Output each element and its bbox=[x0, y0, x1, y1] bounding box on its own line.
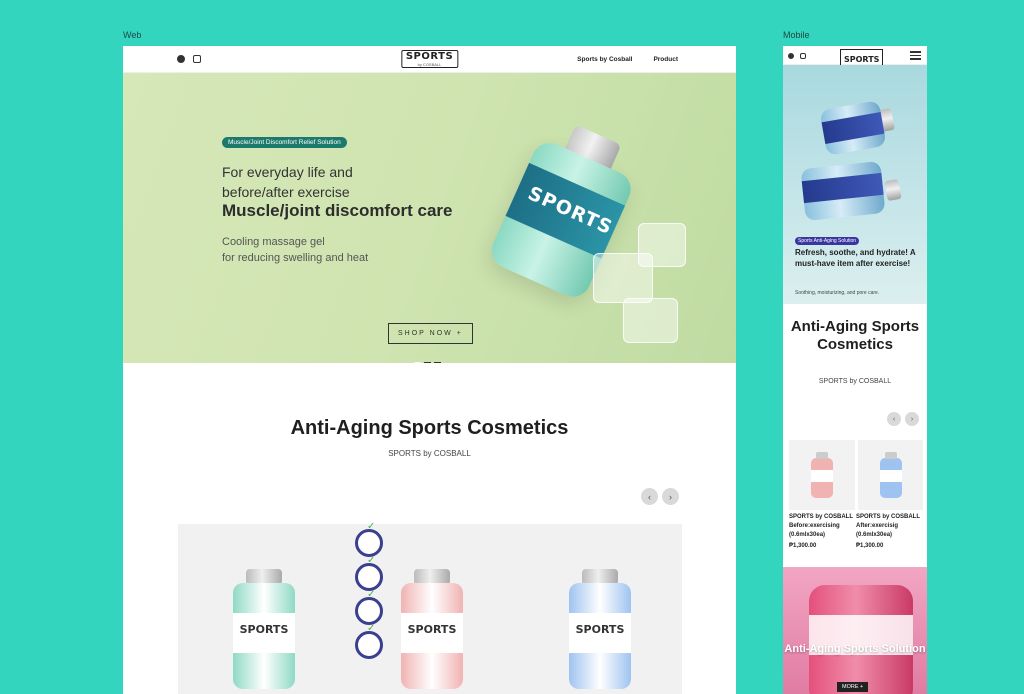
mobile-product-grid bbox=[789, 440, 923, 510]
facebook-icon[interactable] bbox=[788, 53, 794, 59]
promo-title: Anti-Aging Sports Solution bbox=[784, 643, 926, 655]
hero-badge: Muscle/Joint Discomfort Relief Solution bbox=[222, 137, 347, 148]
hero-headline: Muscle/joint discomfort care bbox=[222, 201, 453, 220]
product-subtitle: Before | exercising bbox=[411, 641, 453, 647]
web-navbar: SPORTS by COSBALL Sports by Cosball Prod… bbox=[123, 46, 736, 73]
carousel-dots bbox=[414, 362, 441, 363]
logo-text: SPORTS bbox=[405, 51, 454, 62]
nav-item-product[interactable]: Product bbox=[653, 56, 678, 63]
mobile-product-name[interactable]: SPORTS by COSBALL Before:exercising (0.6… bbox=[789, 513, 857, 540]
mobile-product-name[interactable]: SPORTS by COSBALL After:exercisig (0.6ml… bbox=[856, 513, 924, 540]
mobile-product-card[interactable] bbox=[857, 440, 923, 510]
carousel-dot[interactable] bbox=[414, 362, 421, 363]
mobile-section-subtitle: SPORTS by COSBALL bbox=[818, 378, 892, 385]
hero-lead: For everyday life and before/after exerc… bbox=[222, 162, 353, 202]
product-subtitle: L-care | power gel bbox=[244, 641, 284, 647]
certification-badge-icon bbox=[355, 555, 383, 591]
hero-subtext: Cooling massage gel for reducing swellin… bbox=[222, 234, 368, 266]
carousel-dot-active[interactable] bbox=[424, 362, 431, 363]
hero-line-2: before/after exercise bbox=[222, 184, 350, 200]
hero-banner: SPORTS Muscle/Joint Discomfort Relief So… bbox=[123, 73, 736, 363]
logo[interactable]: SPORTS by COSBALL bbox=[400, 50, 459, 68]
mobile-label: Mobile bbox=[783, 30, 810, 40]
social-links bbox=[788, 53, 806, 59]
mobile-logo-text: SPORTS bbox=[844, 55, 880, 64]
carousel-dot[interactable] bbox=[434, 362, 441, 363]
facebook-icon[interactable] bbox=[177, 55, 185, 63]
product-brand: SPORTS bbox=[407, 623, 457, 636]
shop-now-button[interactable]: SHOP NOW + bbox=[388, 323, 473, 344]
mobile-hero-bottle bbox=[800, 160, 886, 222]
hero-sub-line-2: for reducing swelling and heat bbox=[222, 252, 369, 264]
mobile-frame: SPORTS Sports Anti-Aging Solution Refres… bbox=[783, 46, 927, 694]
mobile-hero-badge: Sports Anti-Aging Solution bbox=[795, 237, 860, 245]
next-arrow-button[interactable]: › bbox=[905, 412, 919, 426]
instagram-icon[interactable] bbox=[193, 55, 201, 63]
logo-subtext: by COSBALL bbox=[417, 62, 442, 67]
certification-badges bbox=[355, 521, 383, 659]
hero-line-1: For everyday life and bbox=[222, 164, 353, 180]
mobile-hero-text: Refresh, soothe, and hydrate! A must-hav… bbox=[795, 248, 916, 268]
product-brand: SPORTS bbox=[575, 623, 625, 636]
mobile-product-card[interactable] bbox=[789, 440, 855, 510]
mobile-hero-subtext: Soothing, moisturizing, and pore care. bbox=[795, 290, 880, 296]
product-brand: SPORTS bbox=[239, 623, 289, 636]
instagram-icon[interactable] bbox=[800, 53, 806, 59]
certification-badge-icon bbox=[355, 589, 383, 625]
product-image: SPORTS L-care | power gel bbox=[233, 583, 295, 689]
mobile-section-title: Anti-Aging Sports Cosmetics bbox=[790, 318, 920, 353]
nav-item-sports-by-cosball[interactable]: Sports by Cosball bbox=[577, 56, 632, 63]
product-card[interactable]: SPORTS L-care | power gel bbox=[233, 569, 295, 689]
ice-cube bbox=[623, 298, 678, 343]
product-image: SPORTS After | exercising bbox=[569, 583, 631, 689]
mobile-product-price: ₱1,300.00 bbox=[856, 543, 884, 549]
promo-bottle-image bbox=[809, 585, 913, 694]
prev-arrow-button[interactable]: ‹ bbox=[887, 412, 901, 426]
product-carousel: SPORTS L-care | power gel SPORTS Before … bbox=[178, 521, 682, 694]
product-image: SPORTS Before | exercising bbox=[401, 583, 463, 689]
mobile-product-price: ₱1,300.00 bbox=[789, 543, 817, 549]
product-image bbox=[811, 452, 833, 498]
certification-badge-icon bbox=[355, 623, 383, 659]
certification-badge-icon bbox=[355, 521, 383, 557]
web-frame: SPORTS by COSBALL Sports by Cosball Prod… bbox=[123, 46, 736, 694]
web-label: Web bbox=[123, 30, 142, 40]
hamburger-menu-icon[interactable] bbox=[910, 51, 921, 60]
carousel-arrows: ‹ › bbox=[641, 488, 679, 505]
mobile-hero-banner: Sports Anti-Aging Solution Refresh, soot… bbox=[783, 65, 927, 304]
mobile-carousel-arrows: ‹ › bbox=[887, 412, 919, 426]
product-image bbox=[879, 452, 902, 498]
product-card[interactable]: SPORTS Before | exercising bbox=[401, 569, 463, 689]
section-subtitle: SPORTS by COSBALL bbox=[388, 449, 471, 458]
product-card[interactable]: SPORTS After | exercising bbox=[569, 569, 631, 689]
section-title: Anti-Aging Sports Cosmetics bbox=[290, 417, 569, 439]
ice-cube bbox=[638, 223, 686, 267]
next-arrow-button[interactable]: › bbox=[662, 488, 679, 505]
mobile-promo-banner: Anti-Aging Sports Solution MORE + bbox=[783, 567, 927, 694]
prev-arrow-button[interactable]: ‹ bbox=[641, 488, 658, 505]
product-subtitle: After | exercising bbox=[581, 641, 619, 647]
more-button[interactable]: MORE + bbox=[837, 682, 869, 692]
hero-sub-line-1: Cooling massage gel bbox=[222, 236, 325, 248]
mobile-navbar: SPORTS bbox=[783, 46, 927, 67]
mobile-hero-bottle bbox=[819, 100, 887, 156]
social-links bbox=[177, 55, 201, 63]
nav-menu: Sports by Cosball Product bbox=[577, 56, 678, 63]
